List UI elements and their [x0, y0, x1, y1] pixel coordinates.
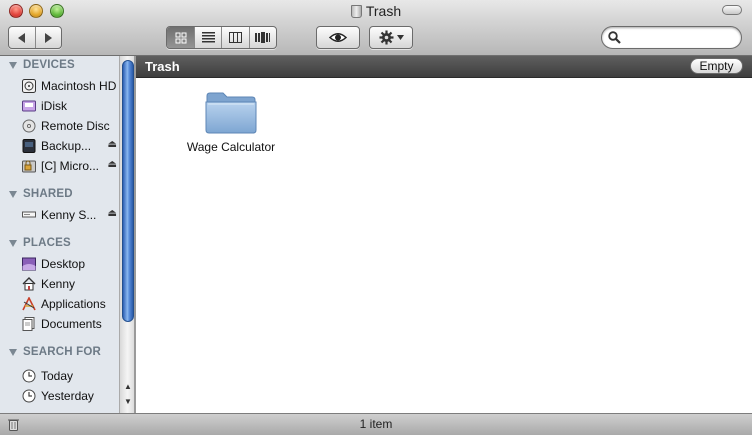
sidebar-item-label: Kenny	[41, 277, 76, 291]
documents-icon	[22, 317, 36, 331]
external-drive-icon	[22, 139, 36, 153]
sidebar-item-today[interactable]: Today	[22, 367, 119, 385]
sidebar-item-label: Desktop	[41, 257, 86, 271]
sidebar-scrollbar[interactable]: ▲ ▼	[119, 56, 134, 413]
quick-look-cell[interactable]	[317, 27, 359, 48]
file-name: Wage Calculator	[186, 140, 276, 154]
coverflow-view-icon	[255, 32, 271, 43]
applications-icon	[22, 297, 36, 311]
forward-arrow-icon	[45, 32, 53, 43]
search-icon	[608, 31, 621, 44]
scroll-up-arrow-icon[interactable]: ▲	[122, 381, 134, 393]
sidebar-section-label: SHARED	[23, 188, 73, 200]
finder-window: Trash DEVICES Macintosh HD iDisk Remote …	[0, 0, 752, 435]
column-view-button[interactable]	[221, 27, 248, 48]
navigation-buttons	[8, 26, 62, 49]
chevron-down-icon	[396, 35, 404, 40]
sidebar-item-kenny[interactable]: Kenny	[22, 275, 119, 293]
sidebar-item-idisk[interactable]: iDisk	[22, 97, 119, 115]
sidebar-item-macintosh-hd[interactable]: Macintosh HD	[22, 77, 119, 95]
sidebar-section-places[interactable]: PLACES	[9, 237, 71, 249]
disclosure-triangle-icon[interactable]	[9, 348, 17, 356]
sidebar-item-label: Remote Disc	[41, 119, 110, 133]
sidebar-item-label: Documents	[41, 317, 102, 331]
sidebar-item-documents[interactable]: Documents	[22, 315, 119, 333]
sidebar-item-backup[interactable]: Backup... ⏏	[22, 137, 119, 155]
locked-drive-icon	[22, 159, 36, 173]
sidebar: DEVICES Macintosh HD iDisk Remote Disc B…	[0, 56, 135, 413]
back-arrow-icon	[17, 32, 25, 43]
icon-view-icon	[175, 32, 187, 43]
sidebar-item-applications[interactable]: Applications	[22, 295, 119, 313]
folder-icon[interactable]	[205, 90, 257, 134]
item-count: 1 item	[359, 417, 393, 431]
sidebar-item-label: Applications	[41, 297, 106, 311]
window-title: Trash	[0, 2, 752, 20]
file-item[interactable]: Wage Calculator	[179, 90, 283, 154]
scrollbar-thumb[interactable]	[122, 60, 134, 322]
icon-view-button[interactable]	[167, 27, 195, 48]
sidebar-section-search-for[interactable]: SEARCH FOR	[9, 346, 101, 358]
sidebar-item-label: Today	[41, 369, 74, 383]
action-menu-button[interactable]	[369, 26, 413, 49]
action-menu-cell[interactable]	[370, 27, 412, 48]
network-computer-icon	[22, 208, 36, 222]
file-browser: Wage Calculator	[136, 78, 752, 413]
sidebar-item-label: Yesterday	[41, 389, 94, 403]
coverflow-view-button[interactable]	[248, 27, 276, 48]
sidebar-item-label: Kenny S...	[41, 208, 97, 222]
list-view-icon	[201, 32, 215, 43]
eject-icon[interactable]: ⏏	[108, 208, 117, 219]
sidebar-item-remote-disc[interactable]: Remote Disc	[22, 117, 119, 135]
sidebar-item-yesterday[interactable]: Yesterday	[22, 387, 119, 405]
sidebar-section-label: PLACES	[23, 237, 71, 249]
column-view-icon	[229, 32, 243, 43]
eject-icon[interactable]: ⏏	[108, 139, 117, 150]
view-mode-buttons	[166, 26, 277, 49]
disclosure-triangle-icon[interactable]	[9, 239, 17, 247]
eject-icon[interactable]: ⏏	[108, 159, 117, 170]
home-icon	[22, 277, 36, 291]
sidebar-item-label: [C] Micro...	[41, 159, 100, 173]
search-input[interactable]	[624, 29, 734, 46]
trash-icon	[350, 5, 362, 18]
empty-trash-button[interactable]: Empty	[690, 58, 743, 74]
sidebar-item-label: Macintosh HD	[41, 79, 117, 93]
list-view-button[interactable]	[194, 27, 221, 48]
quick-look-button[interactable]	[316, 26, 360, 49]
search-field[interactable]	[601, 26, 742, 49]
sidebar-item-desktop[interactable]: Desktop	[22, 255, 119, 273]
clock-icon	[22, 369, 36, 383]
sidebar-item-label: Backup...	[41, 139, 92, 153]
path-bar: Trash Empty	[136, 56, 752, 78]
folder-title: Trash	[145, 59, 180, 74]
idisk-icon	[22, 99, 36, 113]
disclosure-triangle-icon[interactable]	[9, 61, 17, 69]
back-button[interactable]	[9, 27, 35, 48]
toolbar-toggle-button[interactable]	[722, 5, 742, 15]
desktop-icon	[22, 257, 36, 271]
sidebar-section-label: SEARCH FOR	[23, 346, 102, 358]
window-title-text: Trash	[365, 3, 402, 19]
sidebar-item-label: iDisk	[41, 99, 67, 113]
sidebar-section-label: DEVICES	[23, 59, 75, 71]
sidebar-section-devices[interactable]: DEVICES	[9, 59, 75, 71]
sidebar-item-c-micro[interactable]: [C] Micro... ⏏	[22, 157, 119, 175]
sidebar-item-kenny-s[interactable]: Kenny S... ⏏	[22, 206, 119, 224]
clock-icon	[22, 389, 36, 403]
scroll-down-arrow-icon[interactable]: ▼	[122, 396, 134, 408]
gear-icon	[379, 30, 393, 45]
forward-button[interactable]	[34, 27, 61, 48]
disclosure-triangle-icon[interactable]	[9, 190, 17, 198]
eye-icon	[329, 33, 347, 42]
remote-disc-icon	[22, 119, 36, 133]
status-bar: 1 item	[0, 413, 752, 435]
sidebar-section-shared[interactable]: SHARED	[9, 188, 73, 200]
hard-disk-icon	[22, 79, 36, 93]
toolbar: Trash	[0, 0, 752, 56]
